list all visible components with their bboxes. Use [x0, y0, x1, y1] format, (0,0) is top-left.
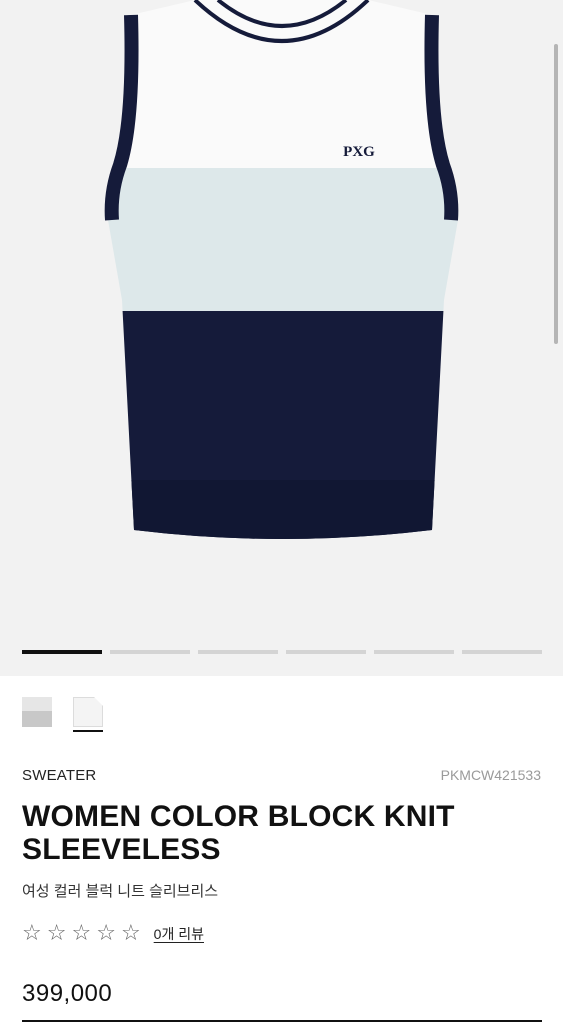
image-indicator-5[interactable] [374, 650, 454, 654]
product-image[interactable]: PXG [0, 0, 563, 640]
scrollbar[interactable] [554, 44, 558, 344]
product-title: WOMEN COLOR BLOCK KNIT SLEEVELESS [22, 800, 542, 866]
product-title-line-1: WOMEN COLOR BLOCK KNIT [22, 800, 455, 833]
color-swatch-light-gray[interactable] [22, 697, 52, 731]
image-indicator-4[interactable] [286, 650, 366, 654]
image-indicator-6[interactable] [462, 650, 542, 654]
divider [22, 1020, 542, 1022]
color-swatches [22, 697, 103, 732]
star-icon: ☆ [120, 921, 141, 946]
selected-swatch-underline [73, 730, 103, 732]
pxg-logo: PXG [343, 144, 375, 160]
image-indicator-1[interactable] [22, 650, 102, 654]
star-icon: ☆ [71, 921, 92, 946]
product-title-line-2: SLEEVELESS [22, 833, 221, 866]
rating-row: ☆ ☆ ☆ ☆ ☆ 0개 리뷰 [22, 922, 204, 946]
image-indicator-3[interactable] [198, 650, 278, 654]
product-price: 399,000 [22, 980, 113, 1007]
star-icon: ☆ [46, 921, 67, 946]
star-icon: ☆ [96, 921, 116, 946]
star-icon: ☆ [22, 921, 42, 946]
product-category: SWEATER [22, 767, 97, 784]
reviews-link[interactable]: 0개 리뷰 [154, 924, 204, 944]
color-swatch-white[interactable] [73, 697, 103, 732]
image-indicator-2[interactable] [110, 650, 190, 654]
product-sku: PKMCW421533 [440, 767, 541, 783]
product-korean-name: 여성 컬러 블럭 니트 슬리브리스 [22, 883, 219, 900]
image-pagination [22, 650, 542, 654]
product-image-gallery[interactable]: PXG [0, 0, 563, 676]
